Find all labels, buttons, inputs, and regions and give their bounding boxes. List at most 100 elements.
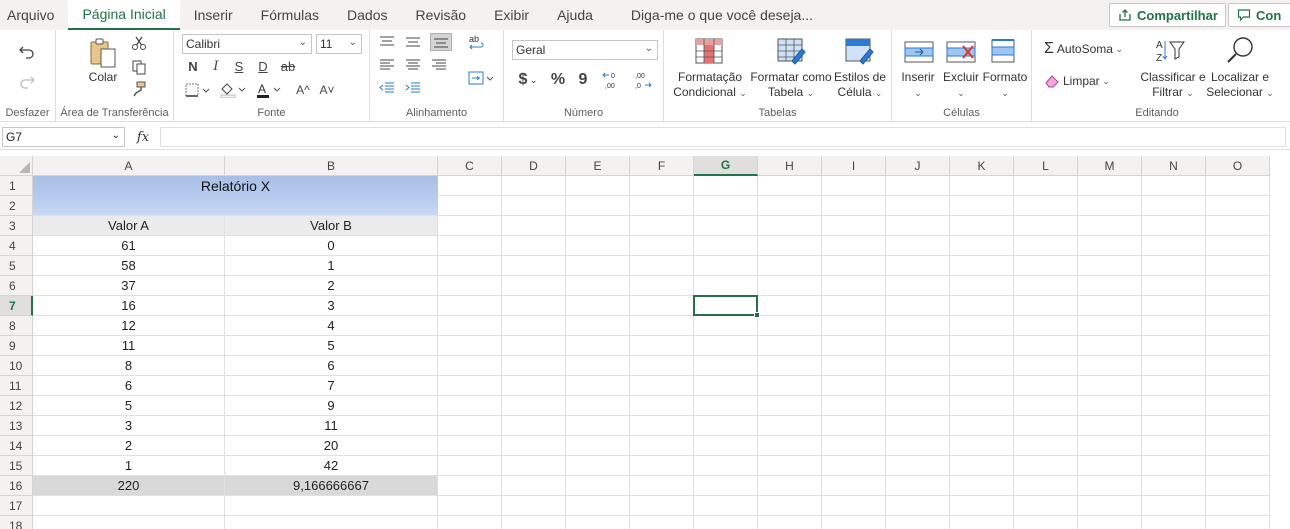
column-header-m[interactable]: M [1078,156,1142,176]
cell-n7[interactable] [1142,296,1206,316]
cell-n18[interactable] [1142,516,1206,529]
font-name-dropdown[interactable]: Calibri ⌄ [182,34,312,54]
cell-c14[interactable] [438,436,502,456]
row-header-18[interactable]: 18 [0,516,33,529]
cell-i12[interactable] [822,396,886,416]
cell-j10[interactable] [886,356,950,376]
cell-b15[interactable]: 42 [225,456,438,476]
cell-i17[interactable] [822,496,886,516]
cell-k9[interactable] [950,336,1014,356]
cell-n11[interactable] [1142,376,1206,396]
cell-e8[interactable] [566,316,630,336]
sort-filter-label-2[interactable]: Filtrar ⌄ [1136,85,1210,100]
cell-m11[interactable] [1078,376,1142,396]
cell-d11[interactable] [502,376,566,396]
cell-m13[interactable] [1078,416,1142,436]
cell-k3[interactable] [950,216,1014,236]
cell-j4[interactable] [886,236,950,256]
cell-k13[interactable] [950,416,1014,436]
row-header-16[interactable]: 16 [0,476,33,496]
cell-g9[interactable] [694,336,758,356]
cell-a6[interactable]: 37 [33,276,225,296]
cell-d14[interactable] [502,436,566,456]
cell-e18[interactable] [566,516,630,529]
cell-g1[interactable] [694,176,758,196]
cell-b5[interactable]: 1 [225,256,438,276]
decrease-decimal-button[interactable]: ,00,0 [630,68,654,92]
cell-l11[interactable] [1014,376,1078,396]
row-header-8[interactable]: 8 [0,316,33,336]
comments-button[interactable]: Con [1228,3,1290,27]
cell-k12[interactable] [950,396,1014,416]
cell-o5[interactable] [1206,256,1270,276]
column-header-c[interactable]: C [438,156,502,176]
cell-k10[interactable] [950,356,1014,376]
cell-j14[interactable] [886,436,950,456]
cell-c6[interactable] [438,276,502,296]
select-all-corner[interactable] [0,156,33,176]
cell-f11[interactable] [630,376,694,396]
column-header-j[interactable]: J [886,156,950,176]
cell-n2[interactable] [1142,196,1206,216]
cell-b16[interactable]: 9,166666667 [225,476,438,496]
column-header-a[interactable]: A [33,156,225,176]
cell-f14[interactable] [630,436,694,456]
cell-m6[interactable] [1078,276,1142,296]
column-header-l[interactable]: L [1014,156,1078,176]
cell-h12[interactable] [758,396,822,416]
cell-b14[interactable]: 20 [225,436,438,456]
cell-l6[interactable] [1014,276,1078,296]
formula-input[interactable] [160,127,1286,147]
cell-g2[interactable] [694,196,758,216]
format-cells-label[interactable]: Formato [982,70,1028,84]
cell-b13[interactable]: 11 [225,416,438,436]
cell-m10[interactable] [1078,356,1142,376]
cell-d9[interactable] [502,336,566,356]
cell-c10[interactable] [438,356,502,376]
cell-l14[interactable] [1014,436,1078,456]
cell-m18[interactable] [1078,516,1142,529]
cell-l1[interactable] [1014,176,1078,196]
cell-e5[interactable] [566,256,630,276]
sort-filter-icon[interactable]: AZ [1154,36,1188,66]
cell-i2[interactable] [822,196,886,216]
cell-l2[interactable] [1014,196,1078,216]
cell-a13[interactable]: 3 [33,416,225,436]
delete-cells-label[interactable]: Excluir [940,70,982,84]
cell-h13[interactable] [758,416,822,436]
row-header-11[interactable]: 11 [0,376,33,396]
cell-g15[interactable] [694,456,758,476]
tab-inserir[interactable]: Inserir [180,0,247,30]
cell-l18[interactable] [1014,516,1078,529]
delete-cells-icon[interactable] [944,38,978,66]
cell-k8[interactable] [950,316,1014,336]
cell-a15[interactable]: 1 [33,456,225,476]
cell-k1[interactable] [950,176,1014,196]
cell-k11[interactable] [950,376,1014,396]
cell-i6[interactable] [822,276,886,296]
row-header-1[interactable]: 1 [0,176,33,196]
cell-b9[interactable]: 5 [225,336,438,356]
cell-o15[interactable] [1206,456,1270,476]
cell-o18[interactable] [1206,516,1270,529]
column-header-i[interactable]: I [822,156,886,176]
cell-i11[interactable] [822,376,886,396]
cell-n1[interactable] [1142,176,1206,196]
column-header-k[interactable]: K [950,156,1014,176]
shrink-font-button[interactable]: A˅ [317,81,337,99]
cell-a11[interactable]: 6 [33,376,225,396]
cell-h3[interactable] [758,216,822,236]
cell-a3[interactable]: Valor A [33,216,225,236]
cell-c3[interactable] [438,216,502,236]
cell-d16[interactable] [502,476,566,496]
cell-l13[interactable] [1014,416,1078,436]
cell-m2[interactable] [1078,196,1142,216]
cell-d5[interactable] [502,256,566,276]
cell-h6[interactable] [758,276,822,296]
tab-pagina-inicial[interactable]: Página Inicial [68,0,180,30]
format-as-table-label-2[interactable]: Tabela ⌄ [748,85,834,100]
cell-f2[interactable] [630,196,694,216]
row-header-2[interactable]: 2 [0,196,33,216]
cell-o16[interactable] [1206,476,1270,496]
insert-cells-label[interactable]: Inserir [898,70,938,84]
